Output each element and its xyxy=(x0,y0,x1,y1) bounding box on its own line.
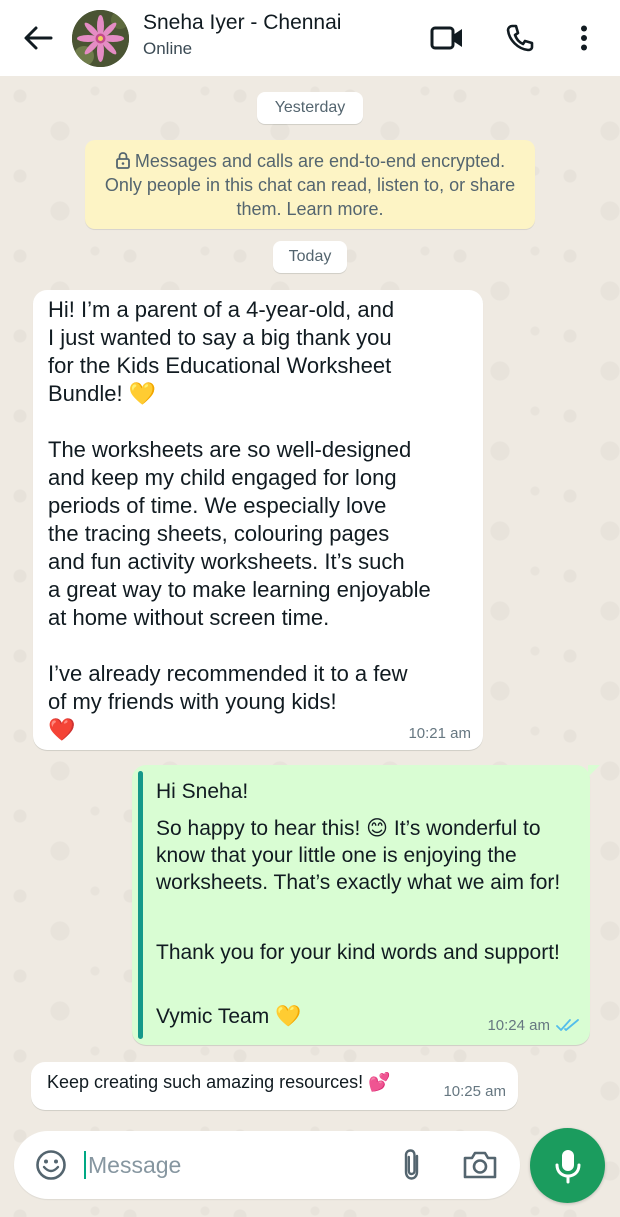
accent-bar xyxy=(138,771,143,1039)
chat-header: Sneha Iyer - Chennai Online xyxy=(0,0,620,76)
message-time: 10:24 am xyxy=(487,1017,550,1034)
flower-photo xyxy=(72,10,129,67)
back-arrow-icon xyxy=(24,26,53,50)
message-time: 10:21 am xyxy=(408,725,471,742)
lock-icon xyxy=(115,152,130,169)
message-composer xyxy=(14,1131,520,1199)
message-bubble-outgoing[interactable]: Hi Sneha! So happy to hear this! 😊 It’s … xyxy=(132,765,600,1045)
contact-name[interactable]: Sneha Iyer - Chennai xyxy=(143,11,341,35)
message-time: 10:25 am xyxy=(443,1083,506,1100)
encryption-notice[interactable]: Messages and calls are end-to-end encryp… xyxy=(85,140,535,229)
voice-call-button[interactable] xyxy=(503,22,537,54)
contact-status: Online xyxy=(143,39,193,58)
video-call-button[interactable] xyxy=(430,22,464,54)
attach-icon[interactable] xyxy=(398,1147,426,1183)
camera-icon[interactable] xyxy=(462,1149,498,1181)
message-input[interactable] xyxy=(88,1145,378,1185)
message-text: Keep creating such amazing resources! 💕 xyxy=(47,1072,391,1092)
message-greeting: Hi Sneha! xyxy=(156,780,249,803)
message-text: Hi! I’m a parent of a 4-year-old, and I … xyxy=(48,297,431,742)
date-divider-today: Today xyxy=(273,241,347,273)
message-body: So happy to hear this! 😊 It’s wonderful … xyxy=(156,817,561,894)
mic-icon xyxy=(555,1149,580,1183)
emoji-icon[interactable] xyxy=(34,1148,68,1182)
back-button[interactable] xyxy=(20,22,56,54)
message-bubble-incoming[interactable]: Hi! I’m a parent of a 4-year-old, and I … xyxy=(33,290,483,750)
message-bubble-incoming[interactable]: Keep creating such amazing resources! 💕 … xyxy=(31,1062,518,1110)
date-divider-yesterday: Yesterday xyxy=(257,92,363,124)
text-caret xyxy=(84,1151,86,1179)
video-call-icon xyxy=(430,26,462,50)
message-thanks: Thank you for your kind words and suppor… xyxy=(156,941,560,964)
more-options-button[interactable] xyxy=(568,22,600,54)
voice-message-button[interactable] xyxy=(530,1128,605,1203)
phone-icon xyxy=(506,24,534,52)
avatar[interactable] xyxy=(72,10,129,67)
read-receipt-icon xyxy=(556,1019,579,1031)
encryption-notice-text: Messages and calls are end-to-end encryp… xyxy=(104,151,516,219)
more-vertical-icon xyxy=(581,25,587,51)
